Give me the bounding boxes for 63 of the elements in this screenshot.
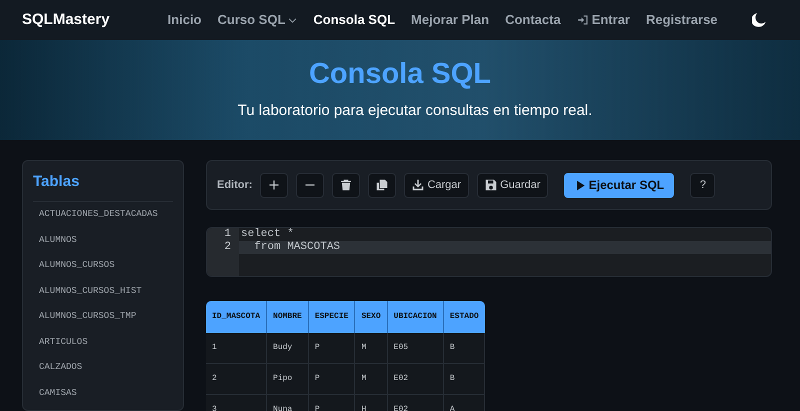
table-cell: E02 [388,364,444,395]
trash-icon [340,179,352,191]
save-button[interactable]: Guardar [477,172,548,198]
code-editor[interactable]: 1 2 select * from MASCOTAS [206,227,772,277]
copy-button[interactable] [368,172,396,198]
plus-icon [268,179,280,191]
line-number: 1 [223,228,232,241]
nav-link[interactable]: Curso SQL [218,10,298,30]
nav-link[interactable]: Mejorar Plan [411,10,490,30]
table-name[interactable]: CALZADOS [33,355,173,380]
nav-link[interactable]: Consola SQL [313,10,396,30]
table-cell: P [308,364,356,395]
run-sql-button[interactable]: Ejecutar SQL [564,172,674,198]
table-cell: 3 [206,395,268,411]
copy-icon [376,179,388,191]
page-title: Consola SQL [308,57,492,92]
help-button[interactable]: ? [690,172,716,198]
table-name[interactable]: ARTICULOS [33,330,173,355]
nav-link[interactable]: Registrarse [646,10,718,30]
table-cell: A [444,395,485,411]
nav-link[interactable]: Inicio [168,10,202,30]
table-name[interactable]: ACTUACIONES_DESTACADAS [33,202,173,228]
table-cell: B [444,364,485,395]
column-header: NOMBRE [267,301,309,333]
load-button[interactable]: Cargar [404,172,470,198]
table-cell: H [355,395,388,411]
panel-title: Tablas [33,173,173,202]
line-number: 2 [223,241,232,254]
table-cell: M [355,364,388,395]
table-cell: P [308,333,356,364]
clear-button[interactable] [332,172,360,198]
toolbar-label: Editor: [217,178,252,193]
page-subtitle: Tu laboratorio para ejecutar consultas en tiempo real. [236,101,592,122]
code-line: select * [240,228,295,241]
column-header: SEXO [355,301,388,333]
table-cell: Budy [267,333,309,364]
table-cell: B [444,333,485,364]
play-icon [574,180,586,190]
column-header: ID_MASCOTA [206,301,268,333]
column-header: ESTADO [444,301,485,333]
table-name[interactable]: ALUMNOS_CURSOS_TMP [33,304,173,330]
table-cell: P [308,395,356,411]
nav-link[interactable]: Contacta [505,10,561,30]
chevron-down-icon [288,16,298,24]
table-name[interactable]: CAMISAS [33,380,173,406]
moon-icon[interactable] [752,13,766,27]
table-name[interactable]: ALUMNOS_CURSOS [33,253,173,278]
add-line-button[interactable] [260,172,288,198]
nav-link[interactable]: Entrar [576,10,630,30]
column-header: ESPECIE [308,301,356,333]
download-icon [412,179,424,191]
table-cell: E02 [388,395,444,411]
column-header: UBICACION [388,301,444,333]
site-logo[interactable]: SQLMastery [22,8,110,32]
table-cell: Nuna [267,395,309,411]
table-cell: 2 [206,364,268,395]
table-cell: E05 [388,333,444,364]
table-cell: 1 [206,333,268,364]
table-cell: M [355,333,388,364]
table-name[interactable]: ALUMNOS_CURSOS_HIST [33,278,173,304]
login-icon [576,14,589,26]
table-cell: Pipo [267,364,309,395]
table-name[interactable]: ALUMNOS [33,228,173,253]
